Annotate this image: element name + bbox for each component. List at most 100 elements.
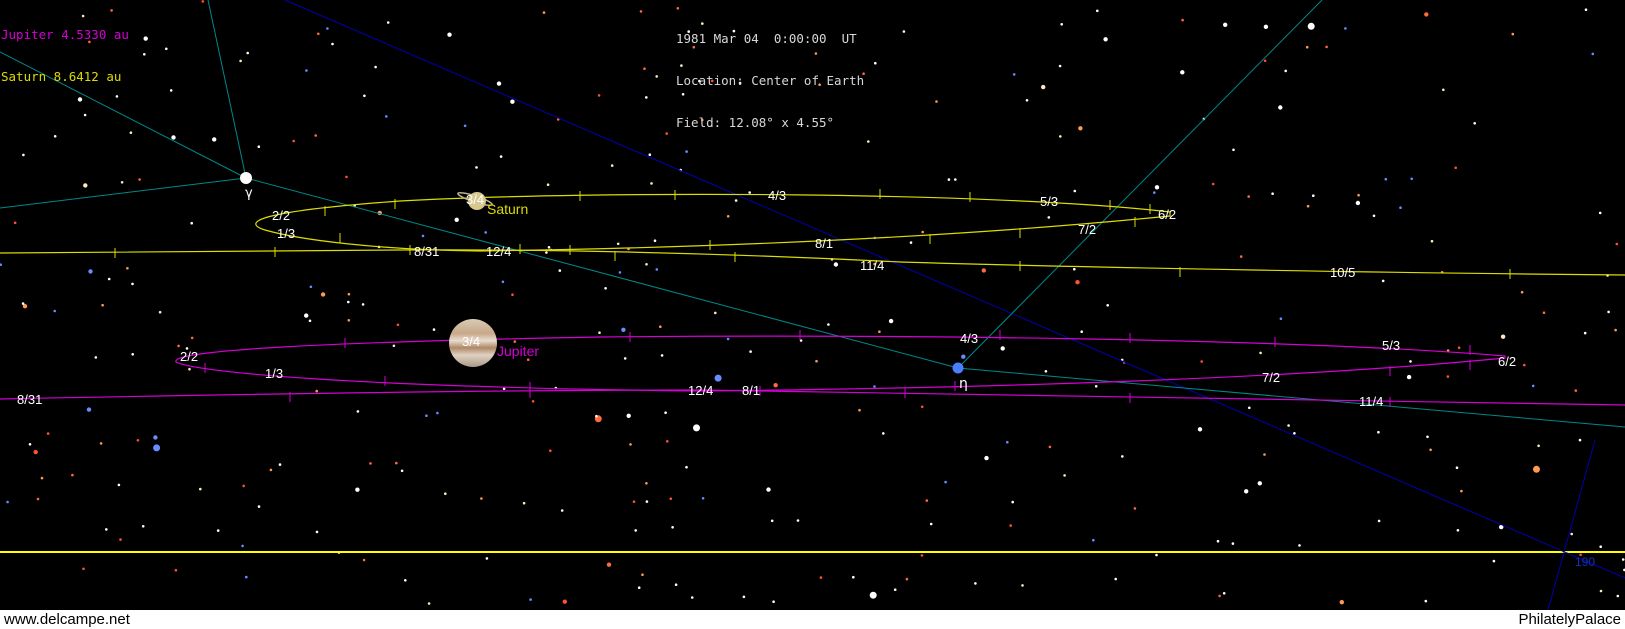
star [1457,346,1461,350]
date-label: 6/2 [1498,354,1516,369]
star [1616,594,1620,598]
observation-field: Field: 12.08° x 4.55° [676,115,835,130]
star [1442,88,1445,92]
star [1000,346,1005,351]
star [292,139,296,143]
star [1075,280,1080,285]
footer-bar: www.delcampe.net PhilatelyPalace [0,610,1625,629]
constellation-line [957,0,1323,369]
observation-date: 1981 Mar 04 0:00:00 UT [676,31,857,46]
star [480,497,483,500]
date-label: 11/4 [860,258,884,273]
star [347,300,350,304]
star [1073,189,1077,193]
star [188,367,191,371]
star [1344,27,1347,30]
star [1598,211,1602,215]
star [331,42,334,46]
star [425,414,428,418]
star [320,292,326,297]
jupiter-distance: Jupiter 4.5330 au [1,27,129,42]
star [315,389,319,393]
date-label: 5/3 [1382,338,1400,353]
star [1180,70,1185,75]
star [454,217,459,222]
star [1197,427,1203,432]
star [685,150,688,153]
star [1591,52,1595,56]
star [1584,8,1588,11]
star [245,575,248,579]
star [1455,466,1459,470]
star [909,241,913,244]
date-label: 10/5 [1330,265,1355,280]
star [1424,599,1428,603]
star [1239,255,1243,258]
star [314,134,318,137]
star [356,410,360,413]
star [212,137,217,142]
star [1059,135,1062,138]
star [101,303,104,307]
star [606,562,612,567]
star [153,444,161,452]
star [1218,594,1221,598]
star [558,269,562,272]
star [944,480,947,484]
star [1181,18,1184,22]
star [1372,214,1376,218]
star [981,268,986,273]
star [362,558,366,562]
star [117,483,121,487]
constellation-line [245,177,959,369]
star [1259,351,1262,355]
star [1211,182,1215,186]
star [83,183,88,188]
star [902,30,906,33]
star [748,191,751,194]
star [1384,177,1388,181]
star [40,476,44,480]
star [1500,334,1506,339]
star [623,357,627,360]
star [1305,45,1309,49]
star [604,287,607,290]
star [650,182,653,185]
star [0,263,2,266]
star [143,53,146,56]
star [947,178,951,181]
star [1048,445,1052,449]
star [626,413,631,418]
star [395,461,398,465]
star [86,407,92,412]
eta-label: η [959,376,968,392]
star [1231,542,1235,545]
star [1012,73,1016,76]
star [1357,193,1360,197]
star [363,94,366,98]
star [1248,406,1251,410]
star [1355,200,1361,206]
star [99,442,103,445]
star [1377,519,1381,523]
date-label: 12/4 [486,244,511,259]
date-label: 3/4 [466,192,484,207]
star [153,435,158,440]
star [1446,375,1450,378]
star [1523,363,1526,367]
star [131,353,134,356]
star [560,509,564,512]
star [190,336,194,340]
star [674,583,678,586]
star [714,311,717,315]
star [317,32,320,36]
star [1063,474,1066,477]
star [1060,23,1063,26]
star [345,175,348,179]
date-label: 11/4 [1359,394,1383,409]
star [629,443,632,446]
star [1216,539,1220,543]
star [546,183,550,186]
star [1284,69,1287,73]
star [53,309,56,313]
